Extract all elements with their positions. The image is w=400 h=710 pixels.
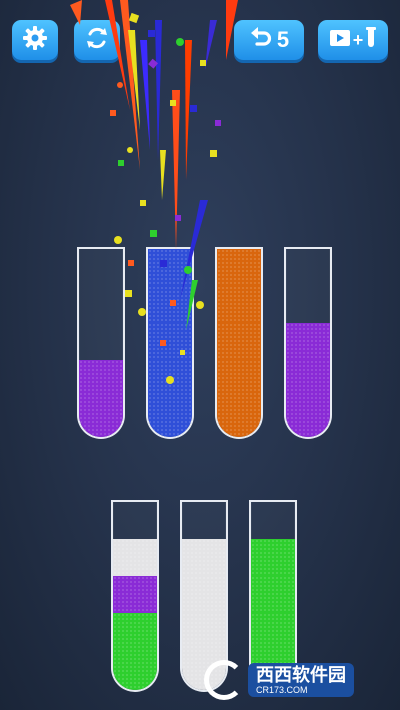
settings-button[interactable] (12, 20, 58, 60)
liquid-layer-white (113, 539, 157, 576)
liquid-layer-purple (286, 323, 330, 360)
liquid-layer-purple (113, 576, 157, 613)
liquid-layer-orange (217, 323, 261, 360)
watermark-logo: 西西软件园 CR173.COM (204, 658, 394, 702)
liquid-layer-green (113, 613, 157, 690)
restart-button[interactable] (74, 20, 120, 60)
test-tube-icon (365, 26, 377, 55)
liquid-layer-blue (148, 249, 192, 286)
watermark-c-icon (204, 660, 244, 700)
liquid-layer-purple (79, 360, 123, 437)
liquid-layer-orange (217, 360, 261, 437)
tube-1[interactable] (77, 247, 125, 439)
watermark-brand: 西西软件园 (256, 665, 346, 685)
tube-rim (113, 500, 157, 502)
liquid-layer-green (251, 539, 295, 576)
liquid-layer-orange (217, 286, 261, 323)
video-ad-icon (329, 29, 351, 52)
undo-button[interactable]: 5 (234, 20, 304, 60)
liquid-layer-green (251, 576, 295, 613)
liquid-layer-white (182, 539, 226, 576)
tube-rim (286, 247, 330, 249)
confetti-burst (70, 0, 238, 384)
tube-rim (182, 500, 226, 502)
liquid-layer-white (182, 576, 226, 613)
liquid-layer-blue (148, 360, 192, 437)
plus-icon: + (352, 29, 364, 50)
add-tube-button[interactable]: + (318, 20, 388, 60)
tube-4[interactable] (284, 247, 332, 439)
restart-icon (84, 25, 110, 56)
liquid-layer-blue (148, 323, 192, 360)
tube-rim (79, 247, 123, 249)
tube-5[interactable] (111, 500, 159, 692)
watermark-url: CR173.COM (256, 685, 308, 695)
liquid-layer-blue (148, 286, 192, 323)
liquid-layer-orange (217, 249, 261, 286)
tube-3[interactable] (215, 247, 263, 439)
tube-2[interactable] (146, 247, 194, 439)
tube-rim (251, 500, 295, 502)
liquid-layer-purple (286, 360, 330, 437)
gear-icon (22, 25, 48, 56)
undo-count: 5 (276, 27, 290, 52)
undo-arrow-icon (249, 25, 273, 55)
